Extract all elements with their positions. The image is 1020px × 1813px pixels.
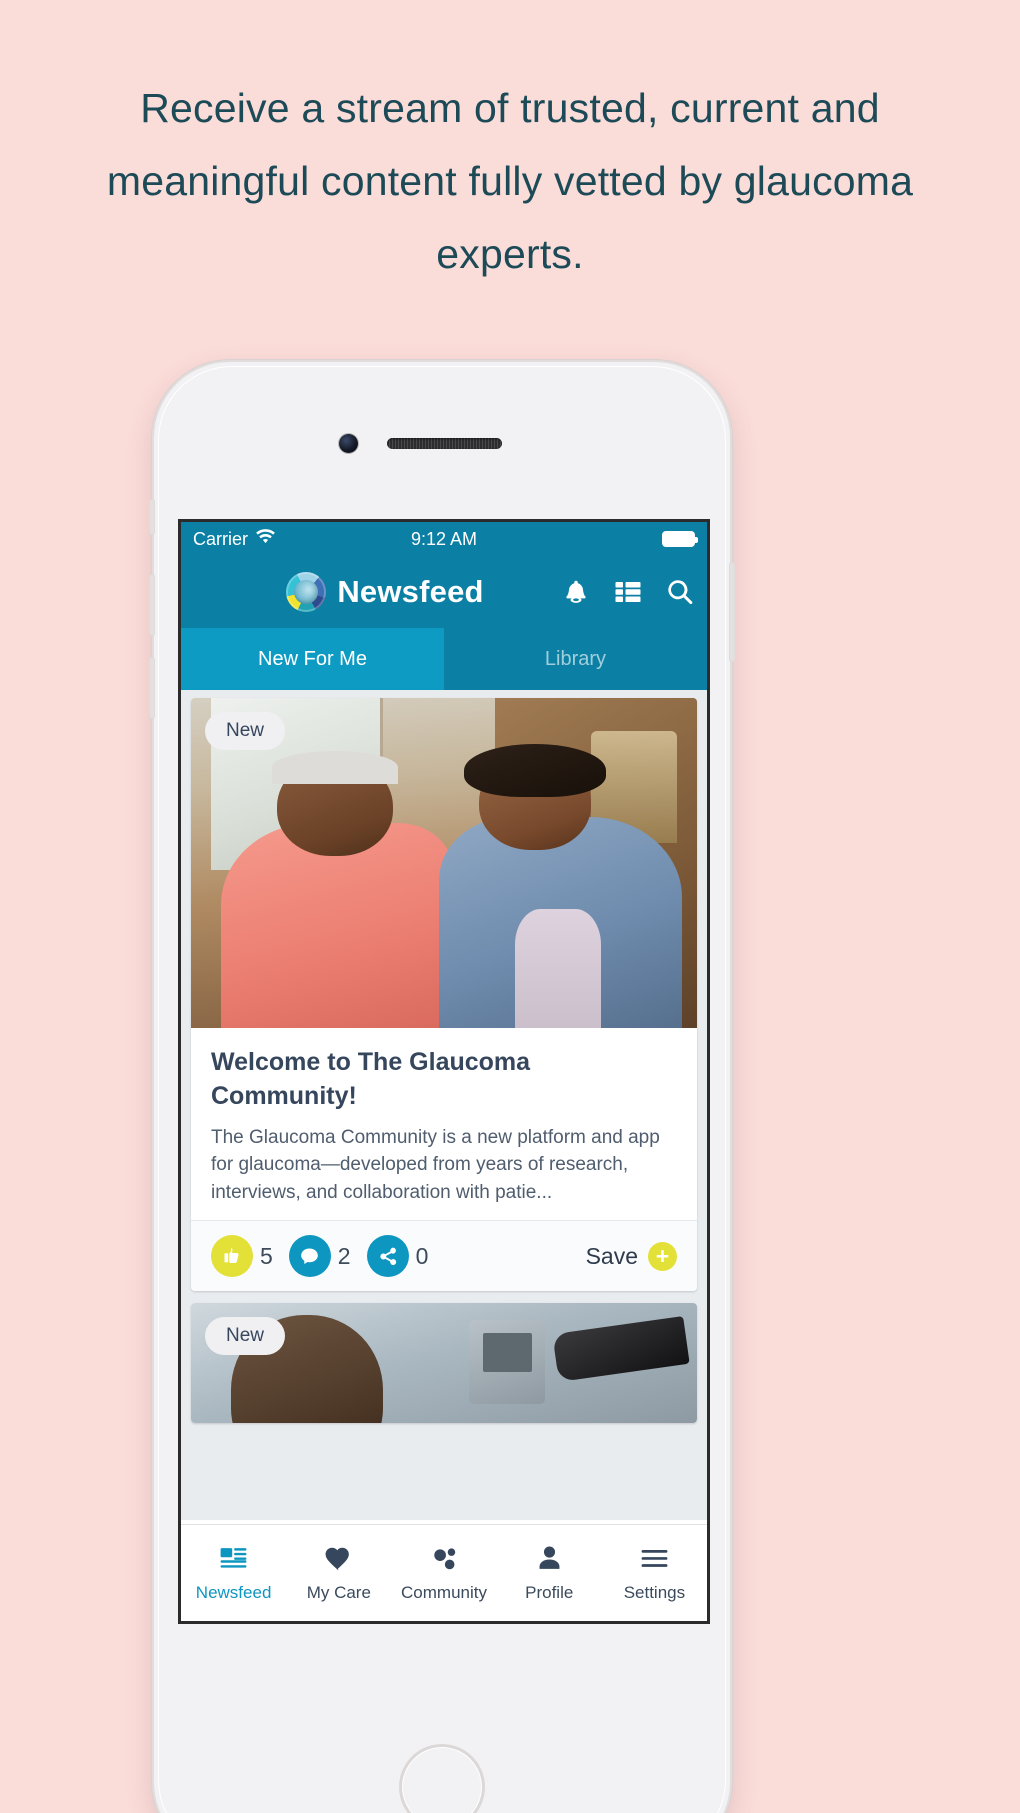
nav-item-community-label: Community bbox=[401, 1583, 487, 1602]
nav-item-settings-label: Settings bbox=[623, 1583, 686, 1602]
card-body-text: The Glaucoma Community is a new platform… bbox=[211, 1126, 660, 1203]
newsfeed-list[interactable]: New Welcome to The Glaucoma Community! T… bbox=[181, 690, 707, 1520]
front-camera-icon bbox=[339, 434, 358, 453]
home-button[interactable] bbox=[399, 1744, 485, 1813]
menu-icon bbox=[641, 1549, 668, 1567]
bell-icon[interactable] bbox=[561, 577, 591, 607]
share-count: 0 bbox=[415, 1242, 429, 1269]
person-icon bbox=[539, 1546, 560, 1569]
battery-full-icon bbox=[662, 531, 698, 547]
share-button[interactable]: 0 bbox=[366, 1235, 429, 1278]
power-button bbox=[729, 562, 735, 662]
earpiece-speaker bbox=[387, 438, 502, 449]
like-button[interactable]: 5 bbox=[211, 1235, 273, 1278]
plus-icon: + bbox=[648, 1241, 677, 1271]
bottom-navigation: Newsfeed My Care Community Profile Setti… bbox=[181, 1524, 707, 1621]
search-icon[interactable] bbox=[665, 577, 695, 607]
share-icon bbox=[366, 1235, 409, 1278]
nav-item-my-care[interactable]: My Care bbox=[286, 1543, 391, 1603]
comment-button[interactable]: 2 bbox=[288, 1235, 351, 1278]
comment-icon bbox=[288, 1235, 331, 1278]
nav-item-newsfeed[interactable]: Newsfeed bbox=[181, 1543, 286, 1603]
glaucoma-community-logo-icon bbox=[286, 572, 327, 612]
nav-item-profile-label: Profile bbox=[525, 1583, 574, 1602]
silent-switch bbox=[149, 499, 155, 535]
feed-tabs: New For Me Library bbox=[181, 628, 707, 690]
phone-screen: Carrier 9:12 AM Newsfeed New For Me Libr… bbox=[178, 519, 710, 1624]
tab-new-for-me-label: New For Me bbox=[258, 647, 367, 670]
save-label: Save bbox=[585, 1242, 638, 1269]
tab-new-for-me[interactable]: New For Me bbox=[181, 628, 444, 690]
comment-count: 2 bbox=[337, 1242, 351, 1269]
card-image: New bbox=[191, 1303, 697, 1424]
save-button[interactable]: Save + bbox=[585, 1241, 677, 1271]
nav-item-profile[interactable]: Profile bbox=[497, 1543, 602, 1603]
app-header: Newsfeed bbox=[181, 556, 707, 628]
feed-card[interactable]: New Welcome to The Glaucoma Community! T… bbox=[191, 698, 697, 1292]
carrier-label: Carrier bbox=[193, 528, 249, 549]
heart-icon bbox=[325, 1547, 350, 1571]
nav-item-community[interactable]: Community bbox=[391, 1543, 496, 1603]
community-icon bbox=[433, 1548, 455, 1570]
card-image: New bbox=[191, 698, 697, 1028]
volume-up-button bbox=[149, 574, 155, 636]
nav-item-newsfeed-label: Newsfeed bbox=[195, 1583, 272, 1602]
thumbs-up-icon bbox=[211, 1235, 253, 1278]
like-count: 5 bbox=[260, 1242, 273, 1269]
feed-card[interactable]: New bbox=[191, 1303, 697, 1424]
newsfeed-icon bbox=[220, 1548, 247, 1568]
page-title: Receive a stream of trusted, current and… bbox=[106, 85, 914, 277]
card-action-row: 5 2 0 Save + bbox=[191, 1220, 697, 1292]
nav-item-my-care-label: My Care bbox=[306, 1583, 371, 1602]
wifi-icon bbox=[255, 526, 276, 552]
nav-item-settings[interactable]: Settings bbox=[602, 1543, 707, 1603]
new-badge: New bbox=[205, 712, 286, 750]
status-bar: Carrier 9:12 AM bbox=[181, 522, 707, 556]
new-badge: New bbox=[205, 1317, 286, 1356]
list-icon[interactable] bbox=[613, 577, 643, 607]
phone-mockup: Carrier 9:12 AM Newsfeed New For Me Libr… bbox=[149, 360, 735, 1813]
tab-library[interactable]: Library bbox=[444, 628, 707, 690]
volume-down-button bbox=[149, 657, 155, 719]
card-title: Welcome to The Glaucoma Community! bbox=[211, 1048, 531, 1110]
app-title: Newsfeed bbox=[337, 574, 484, 609]
tab-library-label: Library bbox=[544, 647, 607, 670]
